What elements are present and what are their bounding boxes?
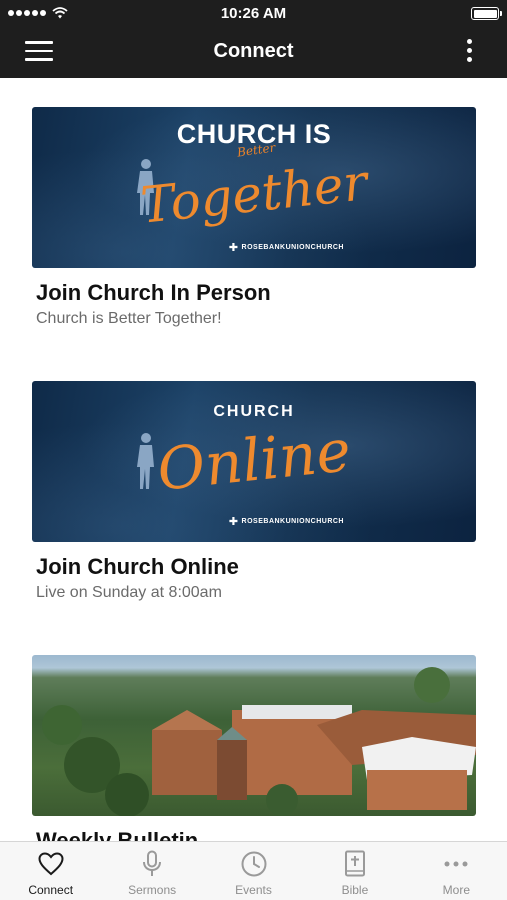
church-building-illustration <box>42 667 476 816</box>
card-banner: CHURCH IS Better Together ✚ ROSEBANKUNIO… <box>32 107 476 268</box>
tab-bar: Connect Sermons Events Bible More <box>0 841 507 900</box>
card-banner: CHURCH Online ✚ ROSEBANKUNIONCHURCH <box>32 381 476 542</box>
tab-bible[interactable]: Bible <box>304 842 405 900</box>
cross-icon: ✚ <box>228 242 239 254</box>
card-weekly-bulletin[interactable]: Weekly Bulletin <box>32 655 476 841</box>
card-subtitle: Church is Better Together! <box>36 310 222 327</box>
card-title: Weekly Bulletin <box>36 828 199 841</box>
tab-events[interactable]: Events <box>203 842 304 900</box>
tab-label: Events <box>235 883 272 897</box>
battery-level <box>473 9 497 18</box>
church-logo-text: ROSEBANKUNIONCHURCH <box>241 244 344 251</box>
microphone-icon <box>138 850 166 878</box>
banner-script-text: Together <box>138 153 370 235</box>
battery-icon <box>471 7 502 20</box>
tab-more[interactable]: More <box>406 842 507 900</box>
more-options-icon[interactable] <box>461 39 477 67</box>
status-bar: 10:26 AM <box>0 0 507 28</box>
status-time: 10:26 AM <box>220 5 287 22</box>
tab-label: More <box>442 883 470 897</box>
tab-label: Bible <box>341 883 369 897</box>
nav-bar: Connect <box>0 28 507 78</box>
more-dots-icon <box>442 850 470 878</box>
content-list[interactable]: CHURCH IS Better Together ✚ ROSEBANKUNIO… <box>0 78 507 841</box>
bible-icon <box>341 850 369 878</box>
tab-label: Connect <box>28 883 74 897</box>
church-logo: ✚ ROSEBANKUNIONCHURCH <box>229 241 344 254</box>
card-join-online[interactable]: CHURCH Online ✚ ROSEBANKUNIONCHURCH Join… <box>32 381 476 602</box>
church-logo: ✚ ROSEBANKUNIONCHURCH <box>229 515 344 528</box>
card-title: Join Church In Person <box>36 280 271 305</box>
cross-icon: ✚ <box>228 516 239 528</box>
page-title: Connect <box>213 40 294 62</box>
clock-icon <box>240 850 268 878</box>
card-title: Join Church Online <box>36 554 239 579</box>
tab-label: Sermons <box>128 883 177 897</box>
heart-icon <box>37 850 65 878</box>
card-join-in-person[interactable]: CHURCH IS Better Together ✚ ROSEBANKUNIO… <box>32 107 476 328</box>
card-subtitle: Live on Sunday at 8:00am <box>36 584 222 601</box>
church-logo-text: ROSEBANKUNIONCHURCH <box>241 518 344 525</box>
tab-connect[interactable]: Connect <box>0 842 101 900</box>
tab-sermons[interactable]: Sermons <box>101 842 202 900</box>
church-aerial-photo <box>32 655 476 816</box>
